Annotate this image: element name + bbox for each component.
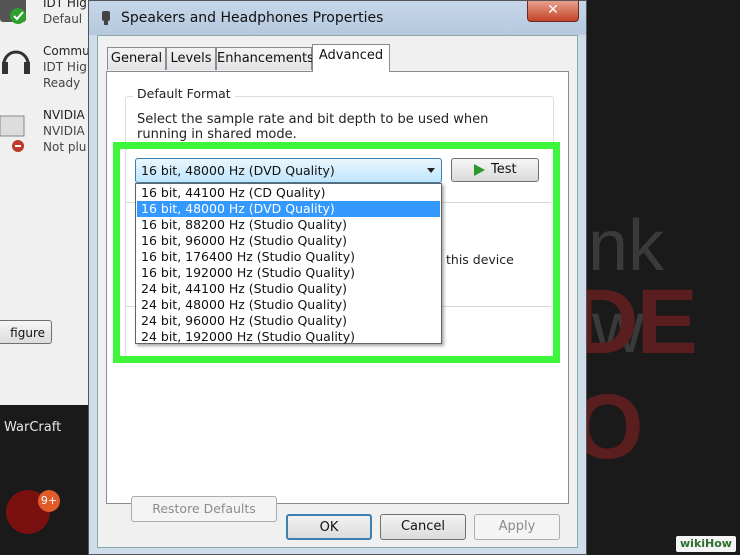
description-text: Select the sample rate and bit depth to … <box>137 112 489 142</box>
tab-levels[interactable]: Levels <box>166 47 216 70</box>
test-button-label: Test <box>491 162 517 177</box>
device-name: Commu <box>43 44 90 58</box>
format-dropdown[interactable]: 16 bit, 48000 Hz (DVD Quality) <box>135 158 442 183</box>
cancel-button[interactable]: Cancel <box>380 514 466 540</box>
format-option[interactable]: 16 bit, 96000 Hz (Studio Quality) <box>137 233 440 249</box>
device-name: IDT Hig <box>43 0 87 10</box>
speaker-device-icon <box>0 0 30 26</box>
title-bar[interactable]: Speakers and Headphones Properties ✕ <box>89 1 586 35</box>
group-title: Default Format <box>133 86 235 101</box>
play-icon <box>474 164 485 176</box>
device-driver: NVIDIA <box>43 124 85 138</box>
format-option[interactable]: 24 bit, 192000 Hz (Studio Quality) <box>137 329 440 345</box>
device-status: Not plu <box>43 140 87 154</box>
chevron-down-icon <box>427 168 435 173</box>
format-options-list: 16 bit, 44100 Hz (CD Quality) 16 bit, 48… <box>135 183 442 344</box>
monitor-device-icon <box>0 112 30 152</box>
exclusive-mode-text: this device <box>446 252 514 267</box>
apply-button[interactable]: Apply <box>474 514 560 540</box>
format-option[interactable]: 16 bit, 44100 Hz (CD Quality) <box>137 185 440 201</box>
format-option[interactable]: 16 bit, 192000 Hz (Studio Quality) <box>137 265 440 281</box>
speaker-icon <box>98 10 114 26</box>
notification-badge: 9+ <box>38 490 60 512</box>
format-option[interactable]: 24 bit, 44100 Hz (Studio Quality) <box>137 281 440 297</box>
configure-button[interactable]: figure <box>0 320 52 344</box>
device-driver: IDT Hig <box>43 60 87 74</box>
format-option[interactable]: 16 bit, 176400 Hz (Studio Quality) <box>137 249 440 265</box>
format-option[interactable]: 16 bit, 88200 Hz (Studio Quality) <box>137 217 440 233</box>
device-name: NVIDIA <box>43 108 85 122</box>
test-button[interactable]: Test <box>451 158 539 182</box>
background-red-text: DE O <box>572 271 698 478</box>
format-option[interactable]: 24 bit, 48000 Hz (Studio Quality) <box>137 297 440 313</box>
wikihow-watermark: wikiHow <box>676 536 736 552</box>
format-option[interactable]: 24 bit, 96000 Hz (Studio Quality) <box>137 313 440 329</box>
selected-format-value: 16 bit, 48000 Hz (DVD Quality) <box>141 163 335 178</box>
tab-advanced[interactable]: Advanced <box>312 44 390 72</box>
tab-enhancements[interactable]: Enhancements <box>216 47 314 70</box>
tab-general[interactable]: General <box>107 47 166 70</box>
restore-defaults-button[interactable]: Restore Defaults <box>131 496 277 522</box>
format-option-selected[interactable]: 16 bit, 48000 Hz (DVD Quality) <box>137 201 440 217</box>
device-status: Defaul <box>43 12 83 26</box>
close-button[interactable]: ✕ <box>527 1 579 22</box>
headset-device-icon <box>0 44 30 74</box>
device-status: Ready <box>43 76 81 90</box>
ok-button[interactable]: OK <box>286 514 372 540</box>
taskbar-item-warcraft[interactable]: WarCraft <box>4 420 61 435</box>
dialog-title: Speakers and Headphones Properties <box>121 10 384 26</box>
